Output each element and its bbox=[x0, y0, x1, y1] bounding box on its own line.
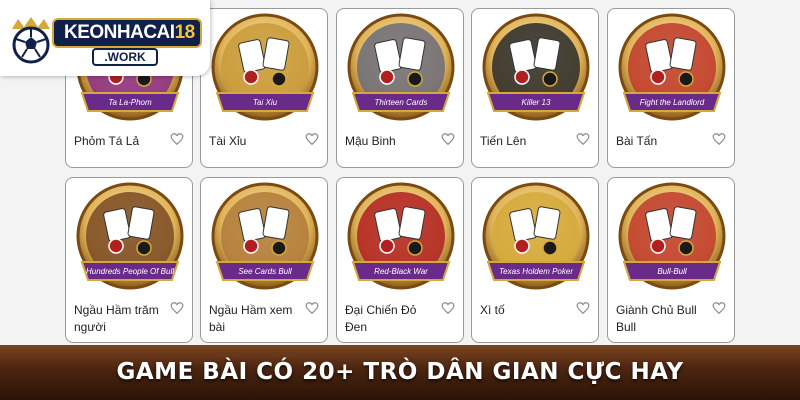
game-name[interactable]: Ngầu Hầm xem bài bbox=[209, 302, 305, 336]
game-name[interactable]: Tài Xỉu bbox=[209, 133, 305, 150]
brand-domain: .WORK bbox=[92, 48, 158, 66]
game-card[interactable]: Red-Black War Đại Chiến Đỏ Đen bbox=[336, 177, 464, 343]
game-thumbnail[interactable]: Fight the Landlord bbox=[618, 13, 726, 129]
brand-number: 18 bbox=[174, 22, 196, 43]
dice-cup-icon: Tai Xiu bbox=[211, 13, 319, 121]
game-banner-label: Red-Black War bbox=[374, 267, 428, 276]
game-thumbnail[interactable]: Killer 13 bbox=[482, 13, 590, 129]
game-name[interactable]: Giành Chủ Bull Bull bbox=[616, 302, 712, 336]
site-logo[interactable]: KEONHACAI18 .WORK bbox=[0, 0, 210, 76]
heart-icon[interactable] bbox=[305, 301, 319, 315]
game-name[interactable]: Phỏm Tá Lả bbox=[74, 133, 170, 150]
game-banner-label: Tai Xiu bbox=[253, 98, 278, 107]
revolver-cards-icon: Thirteen Cards bbox=[347, 13, 455, 121]
bull-head-icon: Bull-Bull bbox=[618, 182, 726, 290]
landlord-character-icon: Fight the Landlord bbox=[618, 13, 726, 121]
game-card[interactable]: Texas Holdem Poker Xì tố bbox=[471, 177, 599, 343]
game-name[interactable]: Ngầu Hầm trăm người bbox=[74, 302, 170, 336]
game-card[interactable]: Fight the Landlord Bài Tấn bbox=[607, 8, 735, 168]
game-name[interactable]: Bài Tấn bbox=[616, 133, 712, 150]
game-card[interactable]: Killer 13 Tiến Lên bbox=[471, 8, 599, 168]
game-banner-label: Hundreds People Of Bull bbox=[86, 267, 174, 276]
game-banner-label: Killer 13 bbox=[522, 98, 551, 107]
game-banner-label: See Cards Bull bbox=[238, 267, 292, 276]
bomb-icon: Killer 13 bbox=[482, 13, 590, 121]
footer-headline: GAME BÀI CÓ 20+ TRÒ DÂN GIAN CỰC HAY bbox=[116, 359, 684, 385]
heart-icon[interactable] bbox=[441, 132, 455, 146]
brand-wordmark: KEONHACAI18 bbox=[52, 18, 202, 48]
game-name[interactable]: Đại Chiến Đỏ Đen bbox=[345, 302, 441, 336]
heart-icon[interactable] bbox=[712, 132, 726, 146]
heart-icon[interactable] bbox=[305, 132, 319, 146]
game-card[interactable]: Bull-Bull Giành Chủ Bull Bull bbox=[607, 177, 735, 343]
game-banner-label: Fight the Landlord bbox=[640, 98, 705, 107]
game-thumbnail[interactable]: Tai Xiu bbox=[211, 13, 319, 129]
heart-icon[interactable] bbox=[170, 301, 184, 315]
bull-mascot-icon: See Cards Bull bbox=[211, 182, 319, 290]
game-name[interactable]: Xì tố bbox=[480, 302, 576, 319]
game-card[interactable]: See Cards Bull Ngầu Hầm xem bài bbox=[200, 177, 328, 343]
game-name[interactable]: Mậu Binh bbox=[345, 133, 441, 150]
game-banner-label: Bull-Bull bbox=[657, 267, 687, 276]
game-thumbnail[interactable]: Texas Holdem Poker bbox=[482, 182, 590, 298]
heart-icon[interactable] bbox=[441, 301, 455, 315]
game-thumbnail[interactable]: Hundreds People Of Bull bbox=[76, 182, 184, 298]
game-thumbnail[interactable]: Red-Black War bbox=[347, 182, 455, 298]
game-banner-label: Texas Holdem Poker bbox=[499, 267, 573, 276]
heart-icon[interactable] bbox=[170, 132, 184, 146]
game-thumbnail[interactable]: Bull-Bull bbox=[618, 182, 726, 298]
game-thumbnail[interactable]: See Cards Bull bbox=[211, 182, 319, 298]
heart-icon[interactable] bbox=[576, 132, 590, 146]
soccer-ball-icon bbox=[12, 17, 50, 64]
game-banner-label: Ta La-Phom bbox=[108, 98, 152, 107]
brand-name: KEONHACAI bbox=[64, 22, 175, 43]
game-thumbnail[interactable]: Thirteen Cards bbox=[347, 13, 455, 129]
game-name[interactable]: Tiến Lên bbox=[480, 133, 576, 150]
game-card[interactable]: Tai Xiu Tài Xỉu bbox=[200, 8, 328, 168]
heart-icon[interactable] bbox=[712, 301, 726, 315]
bull-crowd-icon: Hundreds People Of Bull bbox=[76, 182, 184, 290]
game-card[interactable]: Hundreds People Of Bull Ngầu Hầm trăm ngư… bbox=[65, 177, 193, 343]
crown-cards-icon: Texas Holdem Poker bbox=[482, 182, 590, 290]
game-banner-label: Thirteen Cards bbox=[375, 98, 428, 107]
heart-icon[interactable] bbox=[576, 301, 590, 315]
versus-cards-icon: Red-Black War bbox=[347, 182, 455, 290]
footer-banner: GAME BÀI CÓ 20+ TRÒ DÂN GIAN CỰC HAY bbox=[0, 345, 800, 400]
game-card[interactable]: Thirteen Cards Mậu Binh bbox=[336, 8, 464, 168]
